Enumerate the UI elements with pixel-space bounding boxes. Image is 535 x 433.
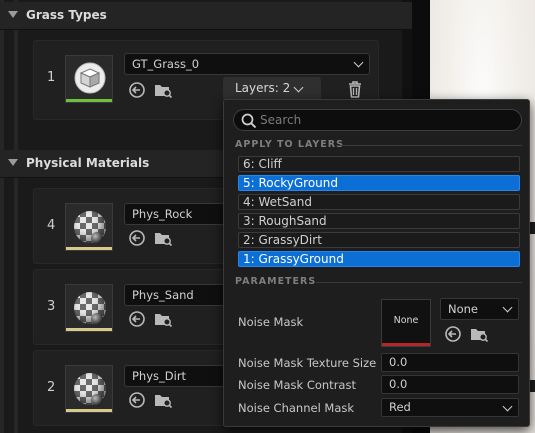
entry-index: 3 xyxy=(47,299,56,314)
layer-label: 3: RoughSand xyxy=(243,214,327,228)
chevron-down-icon xyxy=(8,159,18,166)
browse-icon[interactable] xyxy=(153,309,173,329)
cube-thumbnail-icon xyxy=(74,62,106,94)
param-label-texture-size: Noise Mask Texture Size xyxy=(238,356,377,370)
asset-picker[interactable]: Phys_Rock xyxy=(124,203,234,225)
asset-type-bar xyxy=(66,99,112,102)
asset-type-bar xyxy=(66,328,112,331)
search-box[interactable] xyxy=(233,109,522,131)
search-icon xyxy=(241,113,257,129)
browse-icon[interactable] xyxy=(153,228,173,248)
browse-icon[interactable] xyxy=(469,324,489,344)
entry-index: 2 xyxy=(47,380,56,395)
section-grass-types[interactable]: Grass Types xyxy=(0,2,412,30)
asset-picker[interactable]: Phys_Dirt xyxy=(124,365,234,387)
asset-thumbnail[interactable] xyxy=(65,203,113,251)
use-selected-icon[interactable] xyxy=(127,390,147,410)
asset-type-bar xyxy=(66,247,112,250)
asset-name: Phys_Sand xyxy=(132,288,194,302)
channel-select[interactable]: Red xyxy=(381,398,519,417)
section-title: Physical Materials xyxy=(26,156,150,170)
trash-icon[interactable] xyxy=(346,79,364,99)
section-title: Grass Types xyxy=(26,8,107,22)
param-label-contrast: Noise Mask Contrast xyxy=(238,378,356,392)
browse-icon[interactable] xyxy=(153,80,173,100)
tree-guide xyxy=(0,0,4,433)
chevron-down-icon xyxy=(502,302,513,313)
use-selected-icon[interactable] xyxy=(127,228,147,248)
tree-guide xyxy=(14,0,18,433)
section-label-parameters: PARAMETERS xyxy=(235,276,317,287)
asset-name: Phys_Rock xyxy=(132,207,193,221)
asset-thumbnail[interactable] xyxy=(65,365,113,413)
browse-icon[interactable] xyxy=(153,390,173,410)
section-label-apply: APPLY TO LAYERS xyxy=(235,139,344,150)
chevron-down-icon xyxy=(353,57,364,68)
layer-item-wetsand[interactable]: 4: WetSand xyxy=(238,194,520,210)
layer-item-grassyground[interactable]: 1: GrassyGround xyxy=(238,251,520,267)
contrast-input[interactable]: 0.0 xyxy=(381,375,519,394)
layers-dropdown-button[interactable]: Layers: 2 xyxy=(223,77,321,101)
asset-thumbnail[interactable] xyxy=(65,55,113,103)
divider xyxy=(336,145,522,146)
layer-label: 1: GrassyGround xyxy=(243,252,344,266)
chevron-down-icon xyxy=(502,401,513,412)
asset-name: Phys_Dirt xyxy=(132,369,187,383)
layer-label: 6: Cliff xyxy=(243,157,282,171)
chevron-down-icon xyxy=(293,82,304,93)
texture-slot-label: None xyxy=(393,315,419,326)
asset-picker[interactable]: Phys_Sand xyxy=(124,284,234,306)
texture-slot[interactable]: None xyxy=(381,299,431,347)
asset-type-bar xyxy=(66,409,112,412)
channel-value: Red xyxy=(389,400,411,414)
asset-name: GT_Grass_0 xyxy=(132,57,200,71)
material-sub-icon xyxy=(91,394,103,406)
contrast-value: 0.0 xyxy=(389,377,408,391)
texture-size-value: 0.0 xyxy=(389,355,408,369)
param-label-channel: Noise Channel Mask xyxy=(238,401,355,415)
use-selected-icon[interactable] xyxy=(127,309,147,329)
chevron-down-icon xyxy=(8,11,18,18)
entry-index: 1 xyxy=(47,70,56,85)
texture-size-input[interactable]: 0.0 xyxy=(381,353,519,372)
material-sub-icon xyxy=(91,313,103,325)
noise-mask-picker[interactable]: None xyxy=(440,298,519,320)
use-selected-icon[interactable] xyxy=(127,80,147,100)
use-selected-icon[interactable] xyxy=(443,324,463,344)
layer-label: 5: RockyGround xyxy=(243,176,338,190)
asset-picker[interactable]: GT_Grass_0 xyxy=(124,53,370,75)
asset-thumbnail[interactable] xyxy=(65,284,113,332)
layer-label: 4: WetSand xyxy=(243,195,312,209)
texture-type-bar xyxy=(382,343,430,346)
layer-item-grassydirt[interactable]: 2: GrassyDirt xyxy=(238,232,520,248)
search-input[interactable] xyxy=(260,112,510,128)
param-label-noise-mask: Noise Mask xyxy=(238,315,304,329)
layer-item-rockyground[interactable]: 5: RockyGround xyxy=(238,175,520,191)
layers-popup: APPLY TO LAYERS 6: Cliff 5: RockyGround … xyxy=(223,99,530,427)
layer-item-roughsand[interactable]: 3: RoughSand xyxy=(238,213,520,229)
noise-mask-value: None xyxy=(448,302,479,316)
material-sub-icon xyxy=(91,232,103,244)
entry-index: 4 xyxy=(47,218,56,233)
divider xyxy=(316,282,522,283)
layer-item-cliff[interactable]: 6: Cliff xyxy=(238,156,520,172)
layer-label: 2: GrassyDirt xyxy=(243,233,322,247)
layers-button-label: Layers: 2 xyxy=(235,81,291,95)
